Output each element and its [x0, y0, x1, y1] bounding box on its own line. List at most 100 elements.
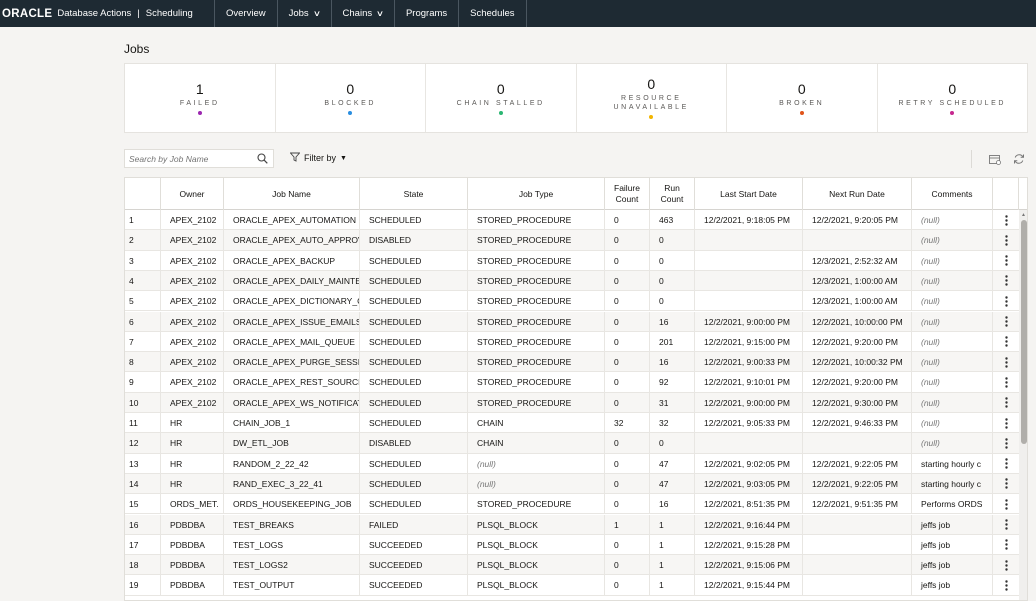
table-row[interactable]: 2 APEX_2102 ORACLE_APEX_AUTO_APPROV DISABLE… — [125, 230, 1019, 251]
cell-comments: (null) — [912, 392, 993, 413]
summary-count: 0 — [496, 80, 505, 97]
nav-schedules-label: Schedules — [470, 8, 515, 19]
table-row[interactable]: 4 APEX_2102 ORACLE_APEX_DAILY_MAINTE SCHEDU… — [125, 270, 1019, 292]
cell-next-run-date: 12/2/2021, 9:46:33 PM — [803, 413, 912, 433]
row-actions-kebab-icon[interactable] — [993, 535, 1019, 555]
column-header-next-run-date[interactable]: Next Run Date — [803, 178, 912, 210]
cell-owner: APEX_2102 — [161, 392, 224, 413]
cell-failure-count: 0 — [605, 473, 650, 494]
row-actions-kebab-icon[interactable] — [993, 433, 1019, 453]
table-row[interactable]: 8 APEX_2102 ORACLE_APEX_PURGE_SESSIC SCHEDU… — [125, 352, 1019, 373]
search-icon[interactable] — [257, 153, 268, 166]
cell-job-type: STORED_PROCEDURE — [468, 331, 605, 352]
cell-index: 7 — [125, 331, 161, 352]
cell-index: 3 — [125, 250, 161, 271]
cell-job-type: STORED_PROCEDURE — [468, 494, 605, 515]
cell-last-start-date — [695, 270, 803, 291]
cell-job-name: RANDOM_2_22_42 — [224, 453, 360, 474]
column-header-job-type[interactable]: Job Type — [468, 178, 605, 210]
cell-index: 19 — [125, 575, 161, 596]
cell-comments: (null) — [912, 311, 993, 332]
table-row[interactable]: 3 APEX_2102 ORACLE_APEX_BACKUP SCHEDULED STO… — [125, 250, 1019, 271]
cell-run-count: 47 — [650, 473, 695, 494]
cell-job-name: RAND_EXEC_3_22_41 — [224, 473, 360, 494]
summary-card-chain-stalled[interactable]: 0 CHAIN STALLED — [426, 64, 577, 132]
row-actions-kebab-icon[interactable] — [993, 352, 1019, 372]
search-input[interactable] — [125, 153, 250, 164]
cell-owner: HR — [161, 453, 224, 474]
nav-chains[interactable]: Chains ∨ — [330, 0, 394, 27]
table-row[interactable]: 16 PDBDBA TEST_BREAKS FAILED PLSQL_BLOCK 1 1 12… — [125, 514, 1019, 535]
row-actions-kebab-icon[interactable] — [993, 332, 1019, 352]
nav-jobs[interactable]: Jobs ∨ — [276, 0, 331, 27]
row-actions-kebab-icon[interactable] — [993, 575, 1019, 595]
vertical-scrollbar[interactable]: ▲ — [1019, 210, 1027, 600]
cell-owner: APEX_2102 — [161, 210, 224, 230]
table-row[interactable]: 1 APEX_2102 ORACLE_APEX_AUTOMATION SCHEDULE… — [125, 210, 1019, 231]
row-actions-kebab-icon[interactable] — [993, 413, 1019, 433]
row-actions-kebab-icon[interactable] — [993, 251, 1019, 271]
calendar-view-icon[interactable] — [986, 150, 1004, 168]
refresh-icon[interactable] — [1010, 150, 1028, 168]
summary-count: 0 — [346, 80, 355, 97]
row-actions-kebab-icon[interactable] — [993, 393, 1019, 413]
cell-run-count: 1 — [650, 555, 695, 576]
row-actions-kebab-icon[interactable] — [993, 230, 1019, 250]
cell-comments: (null) — [912, 210, 993, 230]
nav-overview[interactable]: Overview — [214, 0, 277, 27]
summary-card-retry-scheduled[interactable]: 0 RETRY SCHEDULED — [878, 64, 1028, 132]
table-row[interactable]: 18 PDBDBA TEST_LOGS2 SUCCEEDED PLSQL_BLOCK 0 1… — [125, 555, 1019, 576]
column-header-comments[interactable]: Comments — [912, 178, 993, 210]
table-row[interactable]: 13 HR RANDOM_2_22_42 SCHEDULED (null) 0 47 12/2… — [125, 453, 1019, 474]
table-row[interactable]: 6 APEX_2102 ORACLE_APEX_ISSUE_EMAILS SCHEDU… — [125, 311, 1019, 332]
summary-card-resource[interactable]: 0 RESOURCE UNAVAILABLE — [577, 64, 727, 132]
table-row[interactable]: 11 HR CHAIN_JOB_1 SCHEDULED CHAIN 32 32 12/2/20… — [125, 413, 1019, 434]
row-actions-kebab-icon[interactable] — [993, 555, 1019, 575]
row-actions-kebab-icon[interactable] — [993, 454, 1019, 474]
nav-programs[interactable]: Programs — [393, 0, 458, 27]
column-header-job-name[interactable]: Job Name — [224, 178, 360, 210]
cell-index: 13 — [125, 453, 161, 474]
table-row[interactable]: 12 HR DW_ETL_JOB DISABLED CHAIN 0 0 (null) — [125, 433, 1019, 454]
scroll-up-icon[interactable]: ▲ — [1021, 212, 1026, 218]
table-row[interactable]: 7 APEX_2102 ORACLE_APEX_MAIL_QUEUE SCHEDULE… — [125, 331, 1019, 353]
column-header-state[interactable]: State — [360, 178, 468, 210]
table-row[interactable]: 10 APEX_2102 ORACLE_APEX_WS_NOTIFICAT SCHED… — [125, 392, 1019, 413]
cell-failure-count: 0 — [605, 210, 650, 230]
nav-schedules[interactable]: Schedules — [458, 0, 527, 27]
cell-owner: APEX_2102 — [161, 352, 224, 373]
row-actions-kebab-icon[interactable] — [993, 372, 1019, 392]
row-actions-kebab-icon[interactable] — [993, 312, 1019, 332]
cell-failure-count: 0 — [605, 534, 650, 555]
column-header-owner[interactable]: Owner — [161, 178, 224, 210]
row-actions-kebab-icon[interactable] — [993, 474, 1019, 494]
row-actions-kebab-icon[interactable] — [993, 494, 1019, 514]
table-row[interactable]: 15 ORDS_MET. ORDS_HOUSEKEEPING_JOB SCHEDULE… — [125, 494, 1019, 515]
row-actions-kebab-icon[interactable] — [993, 271, 1019, 291]
row-actions-kebab-icon[interactable] — [993, 515, 1019, 535]
cell-owner: APEX_2102 — [161, 331, 224, 352]
column-header-run-count[interactable]: Run Count — [650, 178, 695, 210]
table-row[interactable]: 9 APEX_2102 ORACLE_APEX_REST_SOURCE_ SCHEDU… — [125, 372, 1019, 393]
table-row[interactable]: 5 APEX_2102 ORACLE_APEX_DICTIONARY_C SCHEDU… — [125, 291, 1019, 312]
column-header-last-start-date[interactable]: Last Start Date — [695, 178, 803, 210]
table-row[interactable]: 19 PDBDBA TEST_OUTPUT SUCCEEDED PLSQL_BLOCK 0… — [125, 575, 1019, 596]
cell-next-run-date: 12/2/2021, 9:20:00 PM — [803, 372, 912, 393]
nav-programs-label: Programs — [405, 8, 448, 19]
column-header-failure-count[interactable]: Failure Count — [605, 178, 650, 210]
app-title[interactable]: Database Actions — [57, 8, 131, 19]
scrollbar-thumb[interactable] — [1021, 220, 1027, 444]
row-actions-kebab-icon[interactable] — [993, 291, 1019, 311]
summary-card-failed[interactable]: 1 FAILED — [125, 64, 276, 132]
summary-card-blocked[interactable]: 0 BLOCKED — [276, 64, 426, 132]
table-row[interactable]: 14 HR RAND_EXEC_3_22_41 SCHEDULED (null) 0 47 1… — [125, 473, 1019, 495]
cell-owner: PDBDBA — [161, 514, 224, 535]
cell-job-name: ORACLE_APEX_BACKUP — [224, 250, 360, 271]
row-actions-kebab-icon[interactable] — [993, 210, 1019, 230]
cell-next-run-date: 12/2/2021, 9:22:05 PM — [803, 473, 912, 494]
summary-card-broken[interactable]: 0 BROKEN — [727, 64, 878, 132]
filter-button[interactable]: Filter by ▼ — [289, 152, 347, 164]
table-row[interactable]: 17 PDBDBA TEST_LOGS SUCCEEDED PLSQL_BLOCK 0 1 1… — [125, 534, 1019, 556]
cell-run-count: 463 — [650, 210, 695, 230]
oracle-logo[interactable]: ORACLE — [2, 8, 52, 20]
